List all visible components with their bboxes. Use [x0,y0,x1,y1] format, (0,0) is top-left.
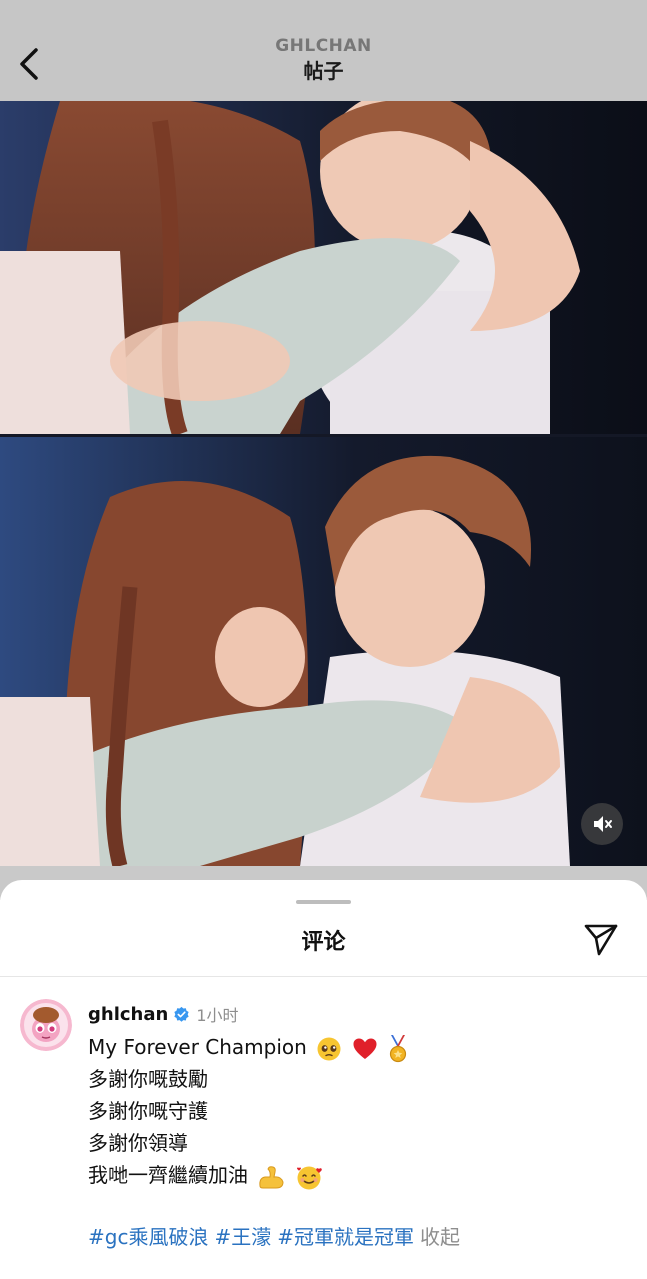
avatar-cartoon-icon [20,999,72,1051]
hashtag-link[interactable]: #王濛 [214,1225,271,1249]
comment-time: 1小时 [196,1006,239,1025]
hashtag-row: #gc乘風破浪 #王濛 #冠軍就是冠軍 收起 [88,1221,627,1253]
comment-line: My Forever Champion [88,1035,307,1059]
hashtag-link[interactable]: #gc乘風破浪 [88,1225,208,1249]
comment-line: 我哋一齊繼續加油 [88,1163,248,1187]
speaker-muted-icon [594,816,612,832]
flexed-biceps-emoji [259,1165,284,1188]
video-frame-bottom [0,437,647,866]
video-frame-top [0,101,647,434]
sheet-divider [0,976,647,977]
medal-emoji [389,1034,407,1062]
share-button[interactable] [581,920,621,960]
paper-plane-icon [584,924,618,956]
comments-sheet: 评论 ghlchan 1小时 My Forever Champion 多謝你嘅鼓… [0,880,647,1279]
sheet-grabber[interactable] [296,900,351,904]
page-title: 帖子 [303,59,344,83]
post-header: GHLCHAN 帖子 [0,0,647,101]
comment: ghlchan 1小时 My Forever Champion 多謝你嘅鼓勵 多… [88,1001,627,1253]
comment-line: 多謝你嘅守護 [88,1099,208,1123]
collapse-link[interactable]: 收起 [420,1225,460,1249]
red-heart-emoji [353,1038,377,1059]
post-video[interactable] [0,101,647,866]
verified-badge-icon [174,1006,189,1022]
smiling-face-hearts-emoji [296,1166,322,1189]
avatar[interactable] [20,999,72,1051]
comment-line: 多謝你嘅鼓勵 [88,1067,208,1091]
comment-body: My Forever Champion 多謝你嘅鼓勵 多謝你嘅守護 多謝你領導 … [88,1031,627,1191]
mute-toggle-button[interactable] [581,803,623,845]
header-username: GHLCHAN [275,36,372,56]
hashtag-link[interactable]: #冠軍就是冠軍 [277,1225,414,1249]
comment-line: 多謝你領導 [88,1131,188,1155]
pleading-face-emoji [317,1037,341,1060]
comment-username[interactable]: ghlchan [88,1004,168,1025]
sheet-title: 评论 [301,930,346,955]
